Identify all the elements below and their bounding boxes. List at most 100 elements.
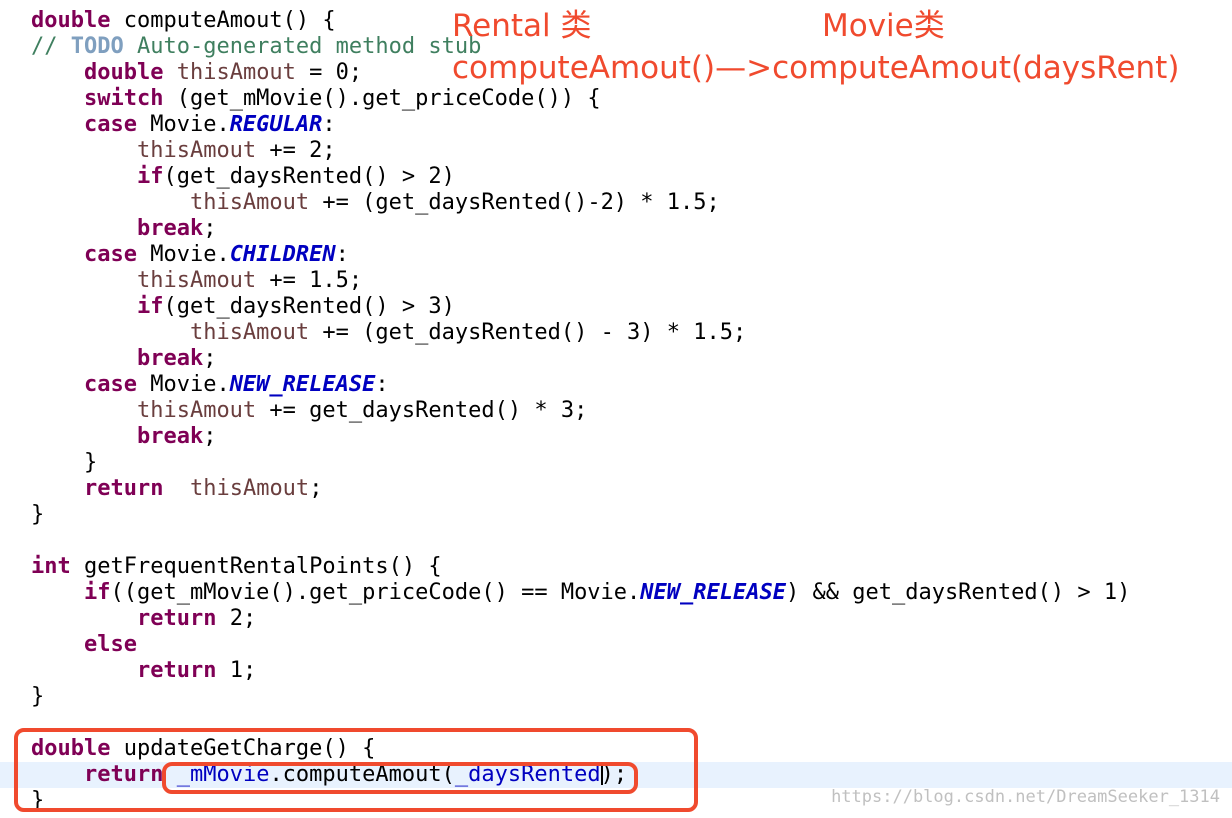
code-text: ; <box>203 424 217 449</box>
code-text: : <box>375 372 389 397</box>
code-line-10[interactable]: case Movie.CHILDREN: <box>0 242 1232 268</box>
code-text: : <box>322 112 336 137</box>
code-text: } <box>31 502 45 527</box>
code-line-26[interactable]: return 1; <box>0 658 1232 684</box>
keyword: case <box>83 372 137 397</box>
code-line-20[interactable]: } <box>0 502 1232 528</box>
code-line-7[interactable]: if(get_daysRented() > 2) <box>0 164 1232 190</box>
keyword: return <box>136 606 217 631</box>
code-text: 1; <box>216 658 257 683</box>
code-text: (get_daysRented() > 2) <box>163 164 455 189</box>
call-highlight-frame <box>162 762 638 794</box>
local-variable: thisAmout <box>136 268 257 293</box>
keyword: return <box>136 658 217 683</box>
code-text: ) && get_daysRented() > 1) <box>786 580 1131 605</box>
rental-class-label: Rental 类 <box>452 8 592 44</box>
keyword: double <box>31 8 111 33</box>
code-line-27[interactable]: } <box>0 684 1232 710</box>
code-text: += (get_daysRented() - 3) * 1.5; <box>309 320 747 345</box>
static-constant: REGULAR <box>229 112 323 137</box>
comment: // <box>31 34 71 59</box>
keyword: if <box>136 294 164 319</box>
local-variable: thisAmout <box>189 190 310 215</box>
keyword: case <box>83 112 137 137</box>
local-variable: thisAmout <box>176 60 296 85</box>
code-text: (get_mMovie().get_priceCode()) { <box>163 86 601 111</box>
local-variable: thisAmout <box>189 320 310 345</box>
code-line-16[interactable]: thisAmout += get_daysRented() * 3; <box>0 398 1232 424</box>
code-text: Movie. <box>136 372 230 397</box>
code-text: ; <box>203 216 217 241</box>
code-text: += (get_daysRented()-2) * 1.5; <box>309 190 720 215</box>
code-text: 2; <box>216 606 257 631</box>
code-text: : <box>335 242 349 267</box>
code-text: ; <box>309 476 323 501</box>
code-line-25[interactable]: else <box>0 632 1232 658</box>
code-text: computeAmout() { <box>110 8 336 33</box>
keyword: double <box>83 60 164 85</box>
keyword: switch <box>83 86 164 111</box>
code-line-5[interactable]: case Movie.REGULAR: <box>0 112 1232 138</box>
code-text: } <box>31 684 45 709</box>
code-line-12[interactable]: if(get_daysRented() > 3) <box>0 294 1232 320</box>
keyword: else <box>83 632 137 657</box>
code-line-9[interactable]: break; <box>0 216 1232 242</box>
code-line-4[interactable]: switch (get_mMovie().get_priceCode()) { <box>0 86 1232 112</box>
code-line-1[interactable]: double computeAmout() { <box>0 8 1232 34</box>
code-line-23[interactable]: if((get_mMovie().get_priceCode() == Movi… <box>0 580 1232 606</box>
code-line-18[interactable]: } <box>0 450 1232 476</box>
code-line-19[interactable]: return thisAmout; <box>0 476 1232 502</box>
code-line-15[interactable]: case Movie.NEW_RELEASE: <box>0 372 1232 398</box>
code-text: Movie. <box>136 242 230 267</box>
code-text: ; <box>203 346 217 371</box>
code-line-17[interactable]: break; <box>0 424 1232 450</box>
static-constant: NEW_RELEASE <box>229 372 376 397</box>
code-line-13[interactable]: thisAmout += (get_daysRented() - 3) * 1.… <box>0 320 1232 346</box>
code-text: getFrequentRentalPoints() { <box>70 554 442 579</box>
keyword: break <box>136 346 204 371</box>
code-text: ((get_mMovie().get_priceCode() == Movie. <box>110 580 641 605</box>
code-line-8[interactable]: thisAmout += (get_daysRented()-2) * 1.5; <box>0 190 1232 216</box>
code-line-14[interactable]: break; <box>0 346 1232 372</box>
local-variable: thisAmout <box>136 138 257 163</box>
keyword: if <box>83 580 111 605</box>
code-line-24[interactable]: return 2; <box>0 606 1232 632</box>
static-constant: CHILDREN <box>229 242 336 267</box>
keyword: case <box>83 242 137 267</box>
code-line-22[interactable]: int getFrequentRentalPoints() { <box>0 554 1232 580</box>
code-line-11[interactable]: thisAmout += 1.5; <box>0 268 1232 294</box>
local-variable: thisAmout <box>136 398 257 423</box>
keyword: if <box>136 164 164 189</box>
keyword: int <box>31 554 71 579</box>
code-line-6[interactable]: thisAmout += 2; <box>0 138 1232 164</box>
code-text: } <box>31 450 98 475</box>
code-text: += 1.5; <box>256 268 363 293</box>
code-text: += 2; <box>256 138 336 163</box>
code-text: = 0; <box>295 60 363 85</box>
todo-tag: TODO <box>70 34 124 59</box>
keyword: break <box>136 216 204 241</box>
code-editor[interactable]: double computeAmout() { // TODO Auto-gen… <box>0 0 1232 818</box>
keyword: break <box>136 424 204 449</box>
keyword: return <box>83 476 164 501</box>
refactor-note: computeAmout()—>computeAmout(daysRent) <box>452 50 1180 86</box>
static-constant: NEW_RELEASE <box>640 580 786 605</box>
